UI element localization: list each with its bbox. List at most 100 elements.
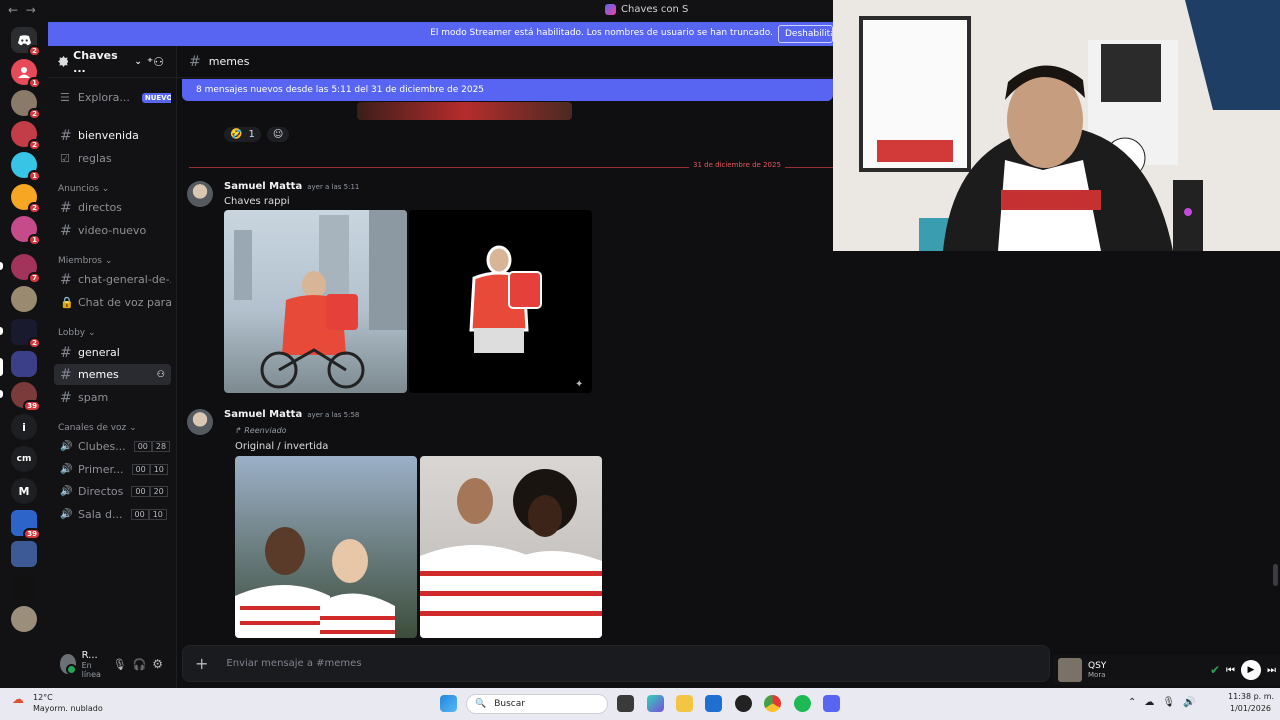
play-icon[interactable]: ▶ — [1241, 660, 1261, 680]
message-text: Original / invertida — [235, 441, 329, 452]
search-icon: 🔍 — [475, 699, 487, 709]
chrome-icon[interactable] — [764, 695, 781, 712]
server-avatar[interactable]: 2 — [11, 184, 41, 214]
channel-directos[interactable]: # directos — [54, 197, 171, 218]
channel-video-nuevo[interactable]: # video-nuevo — [54, 220, 171, 241]
reaction-pill[interactable]: 🤣 1 — [224, 127, 261, 142]
message-input[interactable]: Enviar mensaje a #memes — [226, 658, 361, 669]
list-icon: ☰ — [60, 91, 70, 104]
channel-general[interactable]: # general — [54, 342, 171, 363]
invite-icon[interactable]: ⚇ — [157, 370, 165, 380]
scrollbar[interactable] — [1273, 564, 1278, 586]
channel-memes[interactable]: # memes ⚇ — [54, 364, 171, 385]
avatar[interactable] — [187, 409, 213, 435]
file-explorer-icon[interactable] — [676, 695, 693, 712]
server-avatar[interactable]: 39 — [11, 382, 41, 412]
previous-icon[interactable]: ⏮ — [1226, 665, 1235, 676]
attachment-sticker[interactable]: ✦ — [409, 210, 592, 393]
windows-start-icon[interactable] — [440, 695, 457, 712]
server-avatar[interactable] — [11, 541, 37, 567]
voice-channel[interactable]: 🔊 Directos 00 20 — [54, 481, 171, 502]
message-author[interactable]: Samuel Matta ayer a las 5:11 — [224, 181, 359, 192]
discord-taskbar-icon[interactable] — [823, 695, 840, 712]
category-voz[interactable]: Canales de voz ⌄ — [58, 423, 137, 433]
channel-chat-general[interactable]: # chat-general-de-... — [54, 269, 171, 290]
hash-icon: # — [60, 366, 72, 383]
weather-text[interactable]: Mayorm. nublado — [33, 704, 103, 713]
reactions: 🤣 1 ☺ — [224, 127, 290, 142]
voice-channel[interactable]: 🔊 Sala d... 00 10 — [54, 504, 171, 525]
task-view-icon[interactable] — [617, 695, 634, 712]
attachment-image[interactable] — [235, 456, 417, 638]
weather-icon[interactable]: ☁ — [12, 692, 24, 706]
headphones-icon[interactable]: 🎧 — [133, 658, 147, 671]
server-avatar[interactable]: 2 — [11, 90, 41, 120]
nav-arrows[interactable]: ← → — [8, 3, 36, 17]
timestamp: ayer a las 5:58 — [307, 411, 360, 419]
server-avatar[interactable]: 39 — [11, 510, 41, 540]
server-avatar[interactable] — [11, 606, 37, 632]
gear-icon[interactable]: ⚙ — [152, 657, 163, 671]
avatar[interactable] — [60, 654, 77, 675]
avatar[interactable] — [187, 181, 213, 207]
hash-icon: # — [60, 344, 72, 361]
speaker-icon: 🔊 — [60, 464, 73, 475]
server-avatar[interactable]: 2 — [11, 121, 41, 151]
server-header[interactable]: Chaves ... ⌄ ⁺⚇ — [48, 46, 176, 78]
server-list: 2 1 2 2 1 2 1 7 2 39 i cm M 39 — [0, 22, 48, 688]
server-letter[interactable]: cm — [11, 446, 37, 472]
search-box[interactable]: 🔍 Buscar — [466, 694, 608, 714]
next-icon[interactable]: ⏭ — [1267, 665, 1276, 676]
add-attachment-icon[interactable]: + — [195, 654, 208, 673]
store-icon[interactable] — [705, 695, 722, 712]
server-letter[interactable]: i — [11, 414, 37, 440]
server-avatar[interactable]: 1 — [11, 152, 41, 182]
new-messages-bar[interactable]: 8 mensajes nuevos desde las 5:11 del 31 … — [182, 79, 833, 101]
unread-badge: 2 — [28, 45, 41, 57]
explore-channels[interactable]: ☰ Explora... NUEVO — [54, 87, 171, 108]
previous-message-image[interactable] — [357, 102, 572, 120]
spotify-icon[interactable] — [794, 695, 811, 712]
server-avatar[interactable]: 7 — [11, 254, 41, 284]
channel-title: memes — [208, 55, 250, 68]
clock-time[interactable]: 11:38 p. m. — [1228, 692, 1274, 701]
obs-icon[interactable] — [735, 695, 752, 712]
hash-icon: # — [60, 127, 72, 144]
system-tray-icons[interactable]: ⌃☁🎙🔊 — [1128, 697, 1204, 708]
channel-chat-voz[interactable]: 🔒Chat de voz para ... — [54, 292, 171, 313]
disable-streamer-button[interactable]: Deshabilitar — [778, 25, 833, 43]
server-avatar[interactable]: 2 — [11, 319, 41, 349]
category-lobby[interactable]: Lobby ⌄ — [58, 328, 96, 338]
server-chaves-selected[interactable] — [11, 351, 37, 377]
channel-reglas[interactable]: ☑ reglas — [54, 148, 171, 169]
discord-home-icon[interactable]: 2 — [11, 27, 41, 57]
channel-bienvenida[interactable]: # bienvenida — [54, 125, 171, 146]
temperature[interactable]: 12°C — [33, 693, 53, 702]
lock-icon: 🔒 — [60, 296, 74, 309]
hash-icon: # — [60, 199, 72, 216]
copilot-icon[interactable] — [647, 695, 664, 712]
server-avatar[interactable]: 1 — [11, 216, 41, 246]
window-title: Chaves con S — [621, 4, 689, 15]
attachment-image[interactable] — [420, 456, 602, 638]
streamer-text: El modo Streamer está habilitado. Los no… — [430, 28, 773, 38]
clock-date[interactable]: 1/01/2026 — [1230, 704, 1271, 713]
channel-spam[interactable]: # spam — [54, 387, 171, 408]
message-author[interactable]: Samuel Matta ayer a las 5:58 — [224, 409, 359, 420]
server-letter[interactable]: M — [11, 478, 37, 504]
voice-channel[interactable]: 🔊 Primer... 00 10 — [54, 459, 171, 480]
speaker-icon: 🔊 — [60, 486, 73, 497]
category-anuncios[interactable]: Anuncios ⌄ — [58, 184, 109, 194]
server-avatar[interactable] — [11, 286, 37, 312]
add-reaction-button[interactable]: ☺ — [266, 127, 290, 142]
album-art — [1058, 658, 1082, 682]
microphone-icon[interactable]: 🎙 — [113, 658, 127, 671]
attachment-image[interactable] — [224, 210, 407, 393]
server-dm[interactable]: 1 — [11, 59, 41, 89]
server-avatar[interactable] — [11, 574, 37, 600]
category-miembros[interactable]: Miembros ⌄ — [58, 256, 112, 266]
forward-arrow-icon[interactable]: → — [26, 3, 36, 17]
voice-channel[interactable]: 🔊 Clubes... 00 28 — [54, 436, 171, 457]
add-member-icon[interactable]: ⁺⚇ — [147, 55, 164, 69]
back-arrow-icon[interactable]: ← — [8, 3, 18, 17]
